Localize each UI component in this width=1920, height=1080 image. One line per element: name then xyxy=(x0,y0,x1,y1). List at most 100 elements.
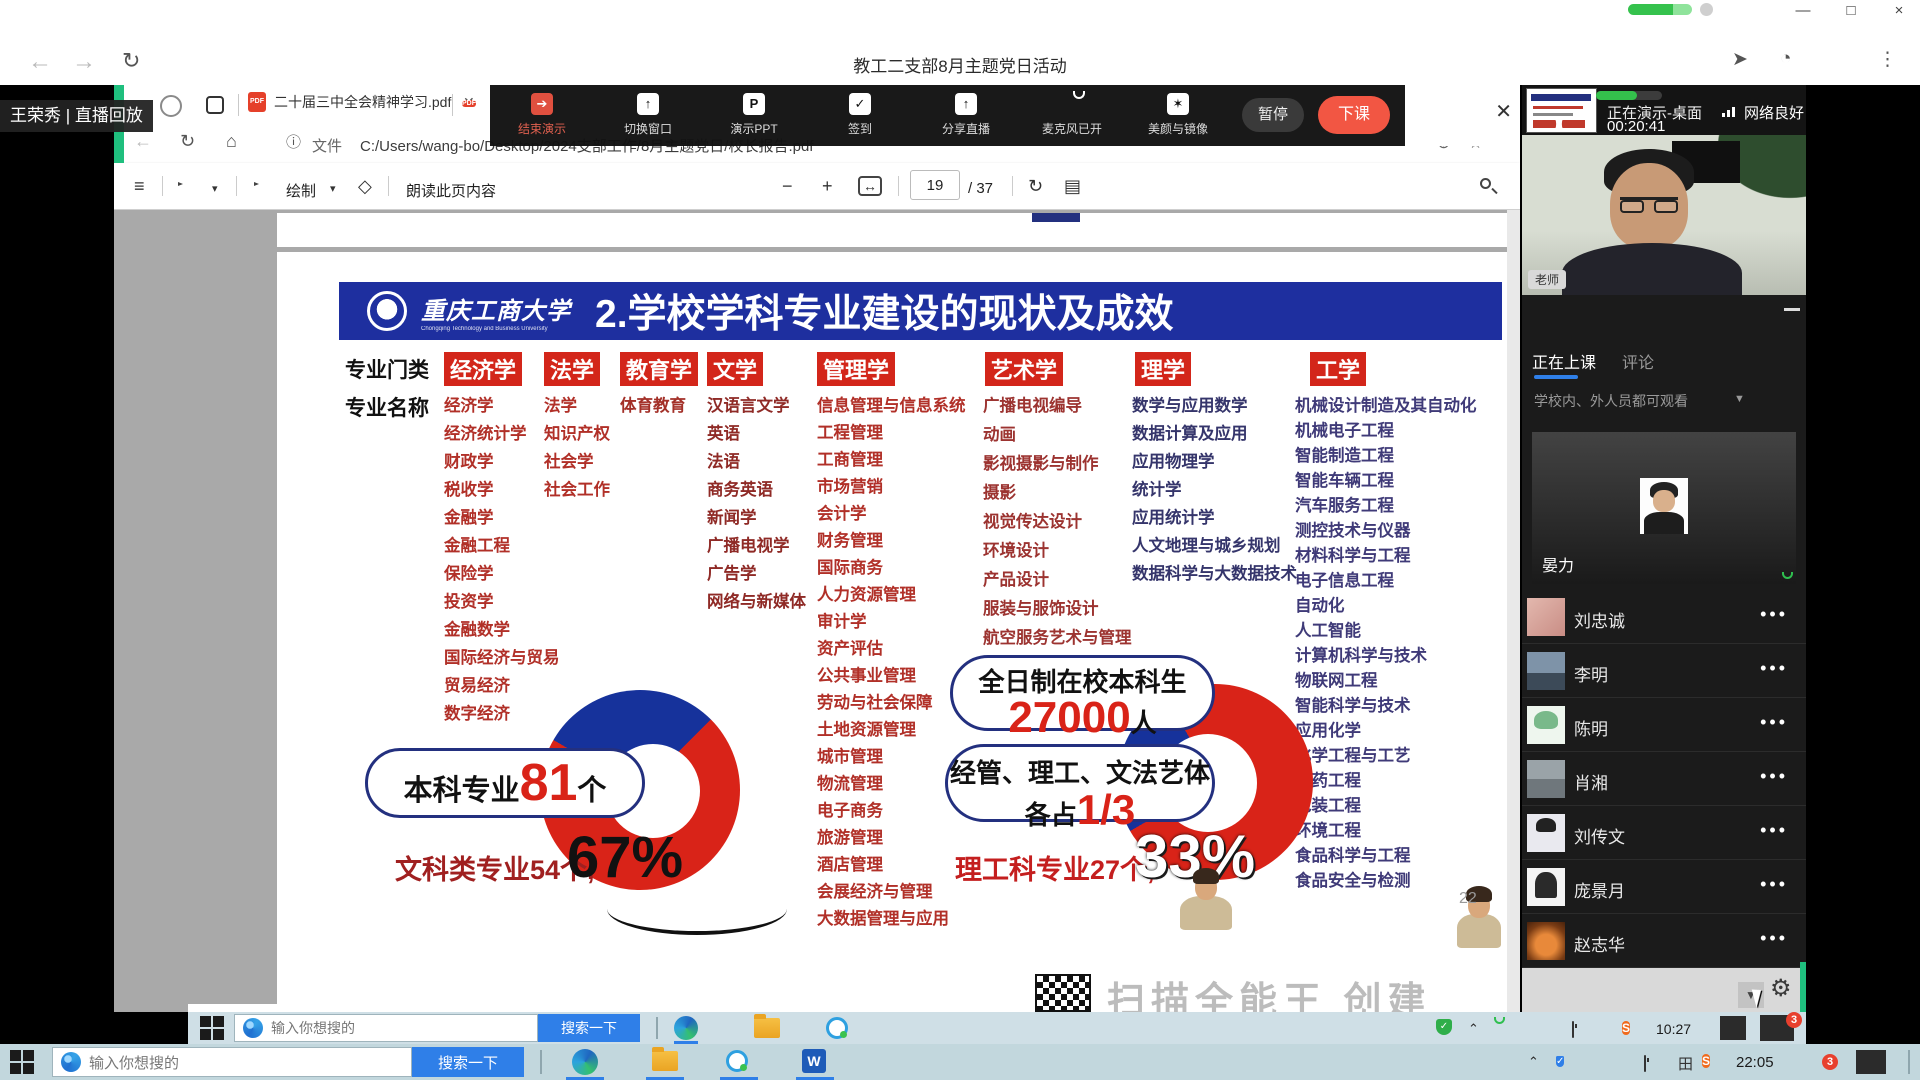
pdf-toolbar xyxy=(114,163,1520,210)
share-icon[interactable]: ➤ xyxy=(1732,48,1748,71)
meeting-button-6[interactable]: ✶美颜与镜像 xyxy=(1140,93,1216,137)
input-method-icon[interactable]: 田 xyxy=(1678,1053,1693,1074)
meeting-button-1[interactable]: ↑切换窗口 xyxy=(610,93,686,137)
participant-row[interactable]: 庞景月••• xyxy=(1522,860,1806,914)
network-status: 网络良好 xyxy=(1744,102,1804,123)
major-item: 包装工程 xyxy=(1295,792,1477,817)
chat-app-icon[interactable] xyxy=(726,1050,748,1072)
edge-taskbar-icon[interactable] xyxy=(674,1016,698,1040)
notification-center[interactable] xyxy=(1856,1050,1886,1074)
page-view-icon[interactable]: ▤ xyxy=(1064,176,1081,197)
battery-icon xyxy=(1572,1022,1574,1037)
meeting-button-0[interactable]: ➔结束演示 xyxy=(504,93,580,137)
back-icon[interactable]: ← xyxy=(134,131,152,152)
tray-expand-icon[interactable]: ⌃ xyxy=(1528,1054,1539,1070)
battery-dot-icon xyxy=(1700,3,1713,16)
chevron-down-icon[interactable]: ▼ xyxy=(1734,393,1745,405)
tab-pdf-second[interactable]: PDF xyxy=(462,92,476,114)
major-item: 资产评估 xyxy=(817,635,966,662)
file-explorer-icon[interactable] xyxy=(652,1051,678,1071)
participant-row[interactable]: 刘传文••• xyxy=(1522,806,1806,860)
menu-dots-icon[interactable]: ⋮ xyxy=(1878,48,1897,71)
close-icon[interactable]: ✕ xyxy=(1495,99,1512,124)
screen-share-thumbnail[interactable] xyxy=(1526,88,1597,133)
discipline-header-6: 理学 xyxy=(1135,352,1191,386)
tab-in-class[interactable]: 正在上课 xyxy=(1532,349,1596,373)
read-aloud-button[interactable]: 朗读此页内容 xyxy=(406,180,496,201)
more-options-icon[interactable]: ••• xyxy=(1760,820,1788,841)
os-taskbar: 输入你想搜的 搜索一下 W ⌃ ✓ 田 S 22:05 3 xyxy=(0,1044,1920,1080)
pdf-scrollbar[interactable] xyxy=(1507,210,1520,1012)
participant-row[interactable]: 陈明••• xyxy=(1522,698,1806,752)
more-options-icon[interactable]: ••• xyxy=(1760,712,1788,733)
start-button[interactable] xyxy=(200,1016,224,1040)
major-item: 土地资源管理 xyxy=(817,716,966,743)
more-options-icon[interactable]: ••• xyxy=(1760,928,1788,949)
search-go-button[interactable]: 搜索一下 xyxy=(412,1047,524,1077)
chevron-down-icon[interactable]: ▾ xyxy=(330,182,336,195)
home-icon[interactable]: ⌂ xyxy=(226,131,237,152)
search-input[interactable]: 输入你想搜的 xyxy=(52,1047,412,1077)
show-desktop-sliver[interactable] xyxy=(1908,1050,1910,1074)
edge-logo-icon xyxy=(243,1018,263,1038)
tab-comments[interactable]: 评论 xyxy=(1622,349,1654,373)
meeting-button-3[interactable]: ✓签到 xyxy=(822,93,898,137)
refresh-icon[interactable]: ↻ xyxy=(180,131,195,152)
more-options-icon[interactable]: ••• xyxy=(1760,766,1788,787)
maximize-button[interactable]: □ xyxy=(1840,2,1862,19)
start-button[interactable] xyxy=(10,1050,36,1074)
close-button[interactable]: × xyxy=(1888,2,1910,19)
more-options-icon[interactable]: ••• xyxy=(1760,658,1788,679)
major-item: 人工智能 xyxy=(1295,617,1477,642)
minimize-button[interactable]: — xyxy=(1792,2,1814,19)
more-options-icon[interactable]: ••• xyxy=(1760,604,1788,625)
eraser-icon[interactable]: ◇ xyxy=(358,176,372,197)
panel-minimize-dash[interactable] xyxy=(1784,308,1800,311)
search-go-button[interactable]: 搜索一下 xyxy=(538,1014,640,1042)
fit-width-icon[interactable]: ↔ xyxy=(858,176,882,196)
chevron-down-icon[interactable]: ▾ xyxy=(212,182,218,195)
tray-expand-icon[interactable]: ⌃ xyxy=(1468,1021,1479,1037)
featured-student-tile[interactable]: 晏力 xyxy=(1532,432,1796,584)
statue-figure xyxy=(1180,874,1232,930)
avatar xyxy=(1527,598,1565,636)
pause-button[interactable]: 暂停 xyxy=(1242,98,1304,132)
draw-label[interactable]: 绘制 xyxy=(286,180,316,201)
meeting-button-2[interactable]: P演示PPT xyxy=(716,93,792,137)
tab-pdf-document[interactable]: PDF 二十届三中全会精神学习.pdf ✕ xyxy=(248,92,475,112)
participant-row[interactable]: 赵志华••• xyxy=(1522,914,1806,968)
participant-name: 刘忠诚 xyxy=(1574,607,1625,632)
info-icon[interactable]: ⓘ xyxy=(286,131,301,152)
gear-icon[interactable]: ⚙ xyxy=(1770,974,1792,1003)
teacher-webcam[interactable]: 老师 xyxy=(1522,135,1806,295)
meeting-toolbar: ➔结束演示 ↑切换窗口 P演示PPT ✓签到 ↑分享直播麦克风已开 ✶美颜与镜像 暂停 下… xyxy=(490,85,1405,146)
participant-row[interactable]: 肖湘••• xyxy=(1522,752,1806,806)
tab-list-icon[interactable] xyxy=(206,96,224,114)
history-icon[interactable]: ◔ xyxy=(1780,48,1791,70)
word-icon[interactable]: W xyxy=(802,1049,826,1073)
rotate-icon[interactable]: ↻ xyxy=(1028,176,1043,197)
search-icon[interactable] xyxy=(1480,178,1491,189)
major-item: 金融数学 xyxy=(444,616,560,644)
file-explorer-icon[interactable] xyxy=(754,1018,780,1038)
meeting-button-5[interactable]: 麦克风已开 xyxy=(1034,93,1110,137)
page-number-input[interactable]: 19 xyxy=(910,170,960,200)
edge-taskbar-icon[interactable] xyxy=(572,1049,598,1075)
chat-app-icon[interactable] xyxy=(826,1017,848,1039)
search-input[interactable]: 输入你想搜的 xyxy=(234,1014,538,1042)
major-item: 食品安全与检测 xyxy=(1295,867,1477,892)
participant-row[interactable]: 刘忠诚 ••• xyxy=(1522,590,1806,644)
visibility-setting[interactable]: 学校内、外人员都可观看 xyxy=(1534,391,1688,411)
more-options-icon[interactable]: ••• xyxy=(1760,874,1788,895)
tab-title: 二十届三中全会精神学习.pdf xyxy=(274,92,449,112)
phone-link-icon[interactable] xyxy=(1720,1016,1746,1040)
workspace-icon[interactable] xyxy=(160,95,182,117)
toc-icon[interactable]: ≡ xyxy=(134,176,145,197)
zoom-out-icon[interactable]: − xyxy=(782,176,793,197)
meeting-button-4[interactable]: ↑分享直播 xyxy=(928,93,1004,137)
zoom-in-icon[interactable]: + xyxy=(822,176,833,197)
major-item: 动画 xyxy=(983,421,1132,450)
major-item: 商务英语 xyxy=(707,476,806,504)
dismiss-class-button[interactable]: 下课 xyxy=(1318,96,1390,134)
participant-row[interactable]: 李明••• xyxy=(1522,644,1806,698)
